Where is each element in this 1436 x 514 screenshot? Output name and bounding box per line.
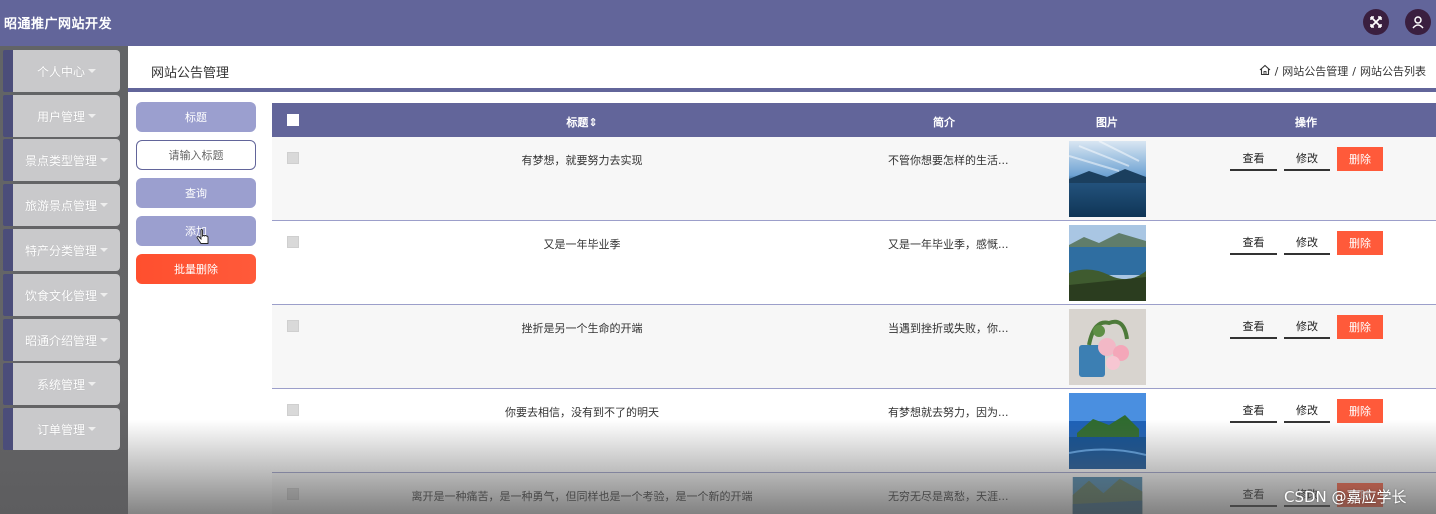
- view-button[interactable]: 查看: [1230, 483, 1277, 507]
- row-title: 你要去相信，没有到不了的明天: [505, 406, 659, 419]
- breadcrumb-item[interactable]: 网站公告管理: [1282, 63, 1348, 79]
- sidebar-item-personal-center[interactable]: 个人中心: [3, 50, 120, 92]
- row-title: 又是一年毕业季: [543, 238, 621, 251]
- row-checkbox[interactable]: [287, 152, 299, 164]
- page-title: 网站公告管理: [151, 66, 230, 81]
- sidebar-item-system[interactable]: 系统管理: [3, 363, 120, 405]
- row-summary: 有梦想就去努力，因为...: [888, 406, 1009, 419]
- delete-button[interactable]: 删除: [1337, 147, 1383, 171]
- chevron-down-icon: [88, 382, 96, 386]
- chevron-down-icon: [100, 338, 108, 342]
- select-all-checkbox[interactable]: [287, 114, 299, 126]
- row-checkbox[interactable]: [287, 404, 299, 416]
- breadcrumb-separator: /: [1274, 64, 1279, 78]
- query-button[interactable]: 查询: [136, 178, 256, 208]
- table-row: 离开是一种痛苦，是一种勇气，但同样也是一个考验，是一个新的开端 无穷无尽是离愁，…: [272, 473, 1436, 514]
- home-icon[interactable]: [1259, 64, 1271, 79]
- sidebar-item-label: 昭通介绍管理: [24, 333, 97, 348]
- row-image: [1069, 393, 1146, 469]
- row-title: 离开是一种痛苦，是一种勇气，但同样也是一个考验，是一个新的开端: [411, 490, 753, 503]
- row-title: 有梦想，就要努力去实现: [521, 154, 643, 167]
- edit-button[interactable]: 修改: [1284, 147, 1330, 171]
- row-image: [1072, 477, 1143, 514]
- row-checkbox[interactable]: [287, 236, 299, 248]
- chevron-down-icon: [88, 114, 96, 118]
- view-button[interactable]: 查看: [1230, 147, 1277, 171]
- view-button[interactable]: 查看: [1230, 231, 1277, 255]
- edit-button[interactable]: 修改: [1284, 399, 1330, 423]
- breadcrumb-item: 网站公告列表: [1360, 65, 1426, 78]
- row-checkbox[interactable]: [287, 320, 299, 332]
- column-header-title[interactable]: 标题⇕: [566, 114, 597, 130]
- sidebar-item-label: 个人中心: [36, 64, 85, 79]
- batch-delete-button[interactable]: 批量删除: [136, 254, 256, 284]
- user-icon[interactable]: [1405, 9, 1431, 35]
- table-row: 你要去相信，没有到不了的明天 有梦想就去努力，因为... 查看 修改 删除: [272, 389, 1436, 473]
- row-checkbox[interactable]: [287, 488, 299, 500]
- chevron-down-icon: [100, 203, 108, 207]
- chevron-down-icon: [100, 248, 108, 252]
- chevron-down-icon: [100, 293, 108, 297]
- top-bar: 昭通推广网站开发: [0, 0, 1436, 46]
- breadcrumb: / 网站公告管理 / 网站公告列表: [1259, 63, 1426, 79]
- sidebar-item-label: 特产分类管理: [24, 243, 97, 258]
- column-header-actions: 操作: [1295, 116, 1317, 129]
- watermark: CSDN @嘉应学长: [1284, 488, 1407, 506]
- breadcrumb-separator: /: [1352, 64, 1356, 78]
- column-header-summary: 简介: [933, 116, 955, 129]
- row-summary: 不管你想要怎样的生活...: [888, 154, 1009, 167]
- sidebar-item-label: 用户管理: [36, 109, 85, 124]
- sidebar-item-scenic-spots[interactable]: 旅游景点管理: [3, 184, 120, 226]
- row-summary: 无穷无尽是离愁，天涯...: [888, 490, 1009, 503]
- table-row: 又是一年毕业季 又是一年毕业季，感慨... 查看 修改 删除: [272, 221, 1436, 305]
- sidebar-item-label: 饮食文化管理: [24, 288, 97, 303]
- row-image: [1069, 309, 1146, 385]
- delete-button[interactable]: 删除: [1337, 315, 1383, 339]
- sort-icon[interactable]: ⇕: [588, 116, 597, 129]
- sidebar-item-food-culture[interactable]: 饮食文化管理: [3, 274, 120, 316]
- sidebar-item-specialty-categories[interactable]: 特产分类管理: [3, 229, 120, 271]
- column-header-image: 图片: [1096, 116, 1118, 129]
- app-title: 昭通推广网站开发: [4, 17, 113, 32]
- sidebar-item-label: 景点类型管理: [24, 153, 97, 168]
- search-input[interactable]: 请输入标题: [136, 140, 256, 170]
- row-summary: 又是一年毕业季，感慨...: [888, 238, 1009, 251]
- sidebar-item-scenic-types[interactable]: 景点类型管理: [3, 139, 120, 181]
- edit-button[interactable]: 修改: [1284, 231, 1330, 255]
- table-header: 标题⇕ 简介 图片 操作: [272, 103, 1436, 137]
- delete-button[interactable]: 删除: [1337, 399, 1383, 423]
- hand-cursor-icon: [196, 229, 209, 244]
- title-field-label: 标题: [136, 102, 256, 132]
- main-header: 网站公告管理 / 网站公告管理 / 网站公告列表: [128, 46, 1436, 92]
- sidebar-item-label: 订单管理: [36, 422, 85, 437]
- sidebar-item-orders[interactable]: 订单管理: [3, 408, 120, 450]
- table-row: 挫折是另一个生命的开端 当遇到挫折或失败，你... 查看 修改 删除: [272, 305, 1436, 389]
- edit-button[interactable]: 修改: [1284, 315, 1330, 339]
- table-row: 有梦想，就要努力去实现 不管你想要怎样的生活... 查看 修改 删除: [272, 137, 1436, 221]
- view-button[interactable]: 查看: [1230, 315, 1277, 339]
- sidebar-item-zhaotong-intro[interactable]: 昭通介绍管理: [3, 319, 120, 361]
- row-image: [1069, 225, 1146, 301]
- view-button[interactable]: 查看: [1230, 399, 1277, 423]
- chevron-down-icon: [100, 158, 108, 162]
- sidebar-item-label: 系统管理: [36, 377, 85, 392]
- fullscreen-icon[interactable]: [1363, 9, 1389, 35]
- chevron-down-icon: [88, 427, 96, 431]
- delete-button[interactable]: 删除: [1337, 231, 1383, 255]
- row-image: [1069, 141, 1146, 217]
- sidebar-item-users[interactable]: 用户管理: [3, 95, 120, 137]
- sidebar-item-label: 旅游景点管理: [24, 198, 97, 213]
- chevron-down-icon: [88, 69, 96, 73]
- row-summary: 当遇到挫折或失败，你...: [888, 322, 1009, 335]
- sidebar: 个人中心 用户管理 景点类型管理 旅游景点管理 特产分类管理 饮食文化管理 昭通…: [0, 46, 128, 514]
- row-title: 挫折是另一个生命的开端: [521, 322, 643, 335]
